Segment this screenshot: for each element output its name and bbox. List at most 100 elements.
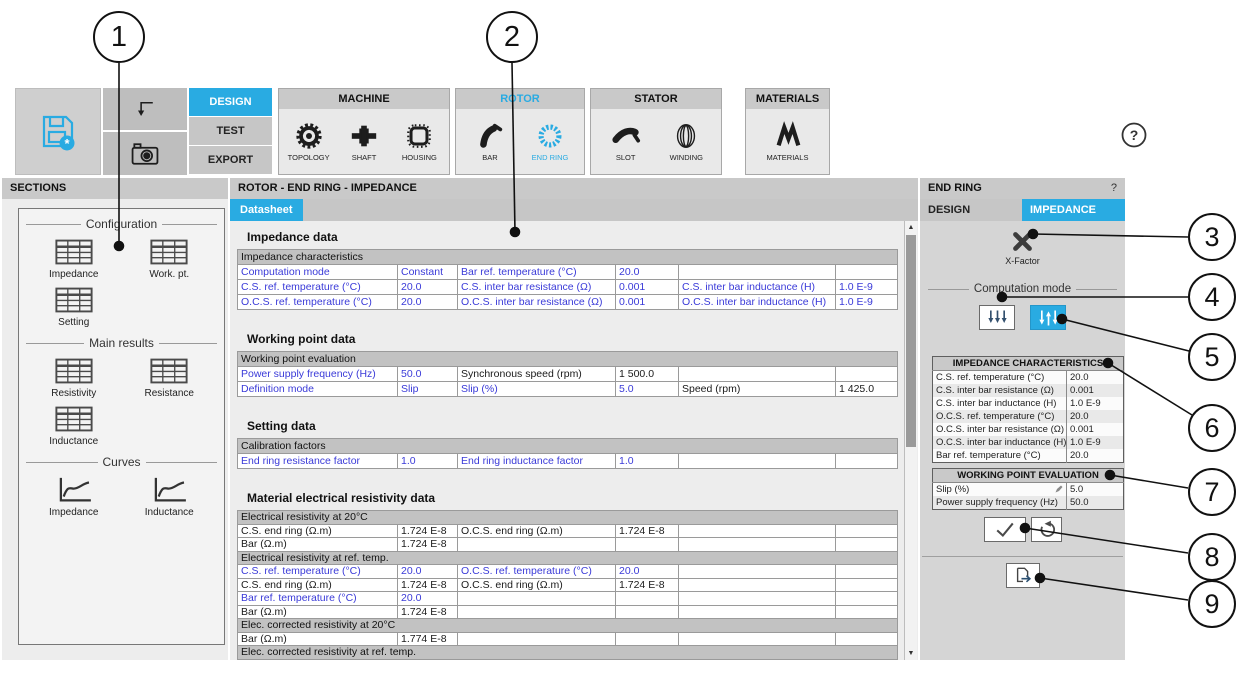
editable-cell[interactable]: 20.0 [398, 659, 458, 660]
editable-cell[interactable]: 0.001 [616, 280, 679, 295]
editable-cell[interactable]: Bar ref. temperature (°C) [458, 265, 616, 280]
cell: 1.724 E-8 [616, 578, 679, 592]
toolbar-item-topology[interactable]: TOPOLOGY [281, 121, 336, 162]
vertical-scrollbar[interactable]: ▲ ▼ [904, 221, 917, 660]
editable-cell[interactable]: 20.0 [398, 295, 458, 310]
toolbar-item-slot[interactable]: SLOT [598, 121, 654, 162]
cell [616, 659, 679, 660]
export-mode-button[interactable]: EXPORT [189, 146, 272, 174]
sidebar-item-configuration-impedance[interactable]: Impedance [49, 237, 98, 280]
x-factor-label: X-Factor [1005, 256, 1040, 266]
design-mode-button[interactable]: DESIGN [189, 88, 272, 116]
import-button[interactable] [103, 88, 187, 130]
sidebar-item-main-results-resistivity[interactable]: Resistivity [51, 356, 96, 399]
tab-design[interactable]: DESIGN [920, 199, 1022, 221]
editable-cell[interactable]: 1.0 [398, 454, 458, 469]
editable-cell[interactable]: 50.0 [398, 367, 458, 382]
computation-mode-custom-button[interactable] [1030, 305, 1066, 330]
scroll-up-arrow-icon[interactable]: ▲ [905, 221, 917, 234]
help-button[interactable]: ? [1121, 122, 1147, 148]
editable-cell[interactable]: 0.001 [616, 295, 679, 310]
cell [836, 538, 898, 552]
param-value[interactable]: 5.0 [1067, 483, 1124, 497]
apply-button[interactable] [984, 517, 1026, 542]
scrollbar-thumb[interactable] [906, 235, 916, 447]
param-label: Power supply frequency (Hz) [933, 496, 1067, 510]
panel-help-button[interactable]: ? [1111, 178, 1117, 199]
param-value[interactable]: 0.001 [1067, 423, 1124, 436]
save-project-button[interactable]: * [15, 88, 101, 175]
toolbar-item-bar[interactable]: BAR [462, 121, 518, 162]
datasheet-area: Impedance dataImpedance characteristicsC… [230, 221, 918, 660]
cell [616, 632, 679, 646]
editable-cell[interactable]: O.C.S. inter bar resistance (Ω) [458, 295, 616, 310]
param-value[interactable]: 1.0 E-9 [1067, 436, 1124, 449]
restore-button[interactable] [1031, 517, 1062, 542]
sidebar-item-configuration-work-pt[interactable]: Work. pt. [149, 237, 189, 280]
edit-icon[interactable] [1054, 484, 1064, 494]
export-results-button[interactable] [1006, 563, 1040, 588]
cell: C.S. end ring (Ω.m) [238, 578, 398, 592]
toolbar-item-winding[interactable]: WINDING [658, 121, 714, 162]
tab-datasheet[interactable]: Datasheet [230, 199, 303, 221]
editable-cell[interactable]: C.S. inter bar resistance (Ω) [458, 280, 616, 295]
editable-cell[interactable]: Bar ref. temperature (°C) [238, 592, 398, 606]
toolbar-group-title: MATERIALS [746, 89, 829, 109]
param-label: C.S. inter bar inductance (H) [933, 397, 1067, 410]
editable-cell[interactable]: O.C.S. inter bar inductance (H) [679, 295, 836, 310]
param-value[interactable]: 50.0 [1067, 496, 1124, 510]
editable-cell[interactable]: C.S. ref. temperature (°C) [238, 565, 398, 579]
sidebar-item-main-results-inductance[interactable]: Inductance [49, 404, 98, 447]
editable-cell[interactable]: 1.0 E-9 [836, 295, 898, 310]
editable-cell[interactable]: C.S. ref. temperature (°C) [238, 280, 398, 295]
param-value[interactable]: 0.001 [1067, 384, 1124, 397]
editable-cell[interactable]: End ring resistance factor [238, 454, 398, 469]
editable-cell[interactable]: Slip (%) [458, 382, 616, 397]
editable-cell[interactable]: O.C.S. ref. temperature (°C) [238, 295, 398, 310]
sidebar-item-main-results-resistance[interactable]: Resistance [145, 356, 194, 399]
editable-cell[interactable]: Definition mode [238, 382, 398, 397]
param-value[interactable]: 20.0 [1067, 371, 1124, 385]
editable-cell[interactable]: Computation mode [238, 265, 398, 280]
editable-cell[interactable]: Slip [398, 382, 458, 397]
toolbar-item-end-ring[interactable]: END RING [522, 121, 578, 162]
param-label: O.C.S. inter bar inductance (H) [933, 436, 1067, 449]
sidebar-item-curves-inductance[interactable]: Inductance [145, 475, 194, 518]
editable-cell[interactable]: End ring inductance factor [458, 454, 616, 469]
toolbar-item-materials[interactable]: MATERIALS [760, 121, 816, 162]
toolbar-item-label: TOPOLOGY [288, 153, 330, 162]
editable-cell[interactable]: 1.0 E-9 [836, 280, 898, 295]
cell [458, 632, 616, 646]
tab-impedance[interactable]: IMPEDANCE [1022, 199, 1125, 221]
computation-mode-default-button[interactable] [979, 305, 1015, 330]
editable-cell[interactable]: 20.0 [398, 565, 458, 579]
toolbar-group-rotor: ROTORBAREND RING [455, 88, 585, 175]
param-value[interactable]: 1.0 E-9 [1067, 397, 1124, 410]
cell: 1.774 E-8 [398, 632, 458, 646]
editable-cell[interactable]: C.S. inter bar inductance (H) [679, 280, 836, 295]
application-window: * DESIGN TEST EXPORT MACHINETOPOLOGYSHAF… [0, 0, 1259, 674]
editable-cell[interactable]: 20.0 [616, 565, 679, 579]
scroll-down-arrow-icon[interactable]: ▼ [905, 647, 917, 660]
editable-cell[interactable]: 5.0 [616, 382, 679, 397]
editable-cell[interactable]: Bar ref. temperature (°C) [238, 659, 398, 660]
param-value[interactable]: 20.0 [1067, 449, 1124, 463]
editable-cell[interactable]: Power supply frequency (Hz) [238, 367, 398, 382]
editable-cell[interactable]: Constant [398, 265, 458, 280]
editable-cell[interactable]: 20.0 [398, 592, 458, 606]
editable-cell[interactable]: 1.0 [616, 454, 679, 469]
x-factor-control[interactable]: X-Factor [920, 229, 1125, 266]
toolbar-item-shaft[interactable]: SHAFT [336, 121, 391, 162]
editable-cell[interactable]: 20.0 [616, 265, 679, 280]
param-value[interactable]: 20.0 [1067, 410, 1124, 423]
sidebar-item-configuration-setting[interactable]: Setting [54, 285, 94, 328]
slot-icon [611, 121, 641, 151]
cell [836, 578, 898, 592]
param-label: Bar ref. temperature (°C) [933, 449, 1067, 463]
sidebar-item-curves-impedance[interactable]: Impedance [49, 475, 98, 518]
editable-cell[interactable]: 20.0 [398, 280, 458, 295]
editable-cell[interactable]: O.C.S. ref. temperature (°C) [458, 565, 616, 579]
toolbar-item-housing[interactable]: HOUSING [392, 121, 447, 162]
screenshot-button[interactable] [103, 132, 187, 175]
test-mode-button[interactable]: TEST [189, 117, 272, 145]
